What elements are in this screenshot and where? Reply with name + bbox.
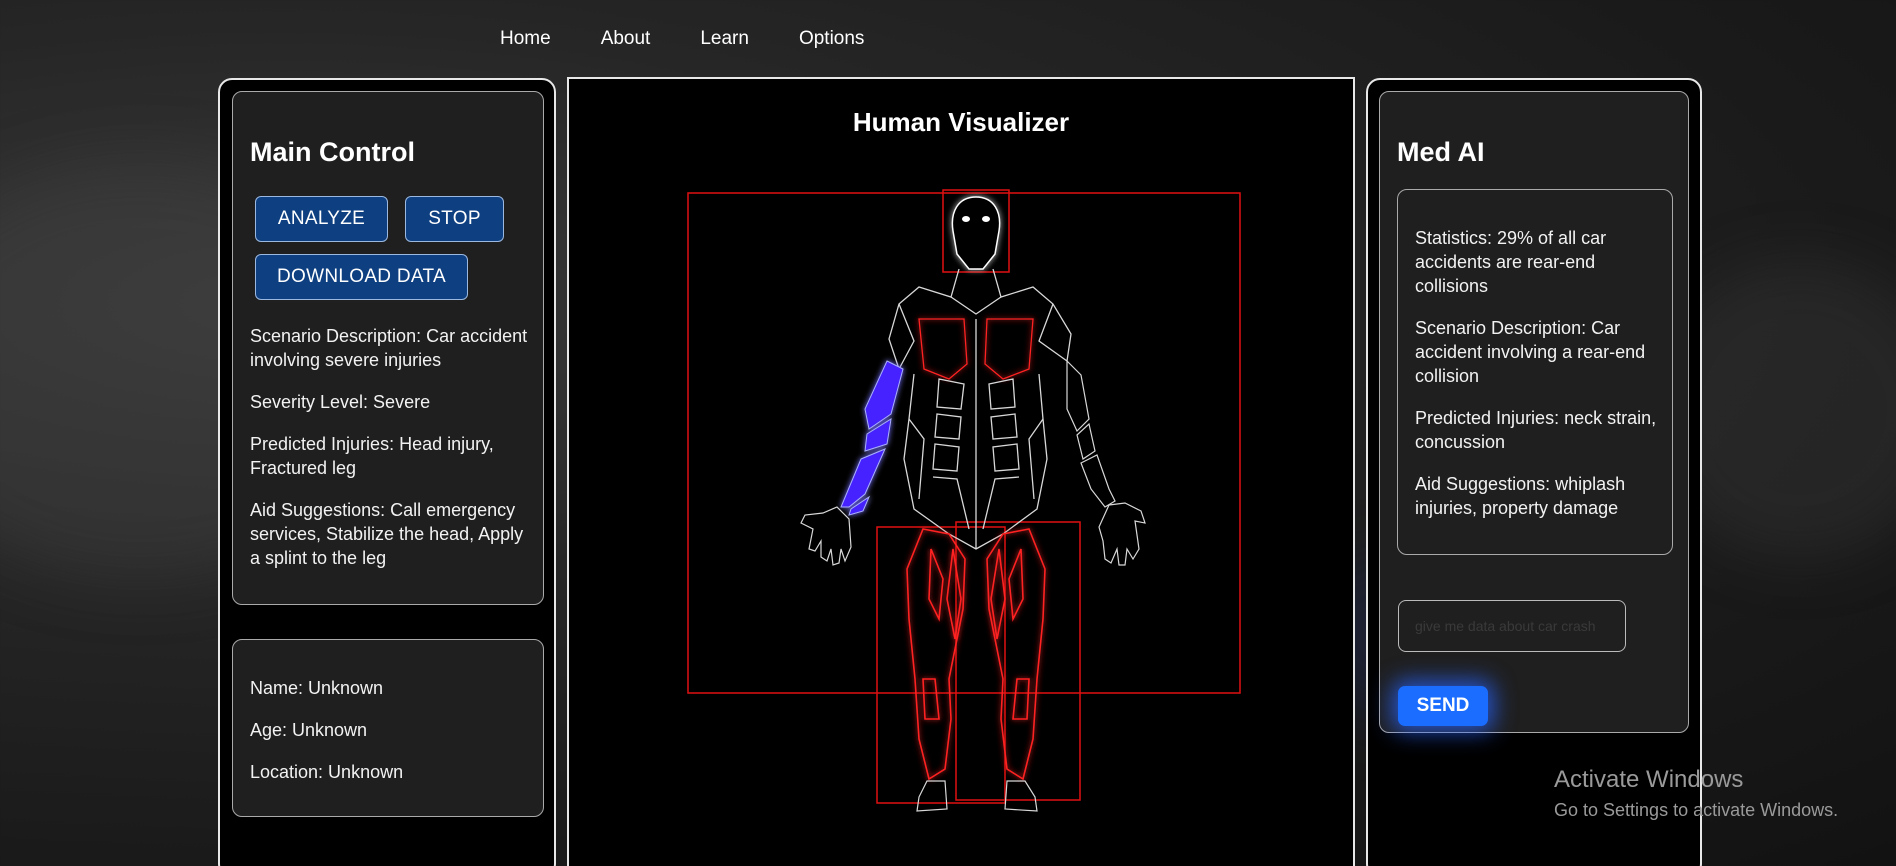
med-ai-card: Med AI Statistics: 29% of all car accide…: [1379, 91, 1689, 733]
download-data-button[interactable]: DOWNLOAD DATA: [255, 254, 468, 300]
patient-age: Age: Unknown: [250, 720, 368, 740]
severity-level: Severity Level: Severe: [250, 392, 431, 412]
watermark-subtitle: Go to Settings to activate Windows.: [1554, 800, 1839, 820]
nav-learn[interactable]: Learn: [700, 28, 749, 50]
left-foot: [1004, 780, 1038, 812]
right-hand: [800, 506, 852, 566]
aid-suggestions: Aid Suggestions: Call emergency services…: [250, 500, 524, 568]
med-ai-title: Med AI: [1397, 137, 1485, 167]
torso-outline: [888, 268, 1072, 550]
head: [951, 196, 1001, 270]
patient-name: Name: Unknown: [250, 678, 384, 698]
detection-box-right-leg: [955, 521, 1081, 801]
patient-info-card: Name: Unknown Age: Unknown Location: Unk…: [232, 639, 544, 817]
watermark-title: Activate Windows: [1554, 766, 1744, 793]
right-arm[interactable]: [840, 360, 904, 516]
right-eye: [982, 216, 990, 222]
scenario-description: Scenario Description: Car accident invol…: [250, 326, 528, 370]
predicted-injuries: Predicted Injuries: Head injury, Fractur…: [250, 434, 494, 478]
main-control-panel: Main Control ANALYZE STOP DOWNLOAD DATA …: [218, 78, 556, 866]
send-button[interactable]: SEND: [1398, 686, 1488, 726]
ai-statistics: Statistics: 29% of all car accidents are…: [1415, 228, 1607, 296]
med-ai-panel: Med AI Statistics: 29% of all car accide…: [1366, 78, 1702, 866]
med-ai-response-card: Statistics: 29% of all car accidents are…: [1397, 189, 1673, 555]
detection-box-left-leg: [876, 526, 1006, 804]
stop-button[interactable]: STOP: [405, 196, 504, 242]
left-eye: [962, 216, 970, 222]
analyze-button[interactable]: ANALYZE: [255, 196, 388, 242]
nav-home[interactable]: Home: [500, 28, 551, 50]
main-control-card: Main Control ANALYZE STOP DOWNLOAD DATA …: [232, 91, 544, 605]
human-figure[interactable]: [569, 79, 1353, 839]
chat-input[interactable]: [1398, 600, 1626, 652]
activate-windows-watermark: Activate Windows Go to Settings to activ…: [1554, 766, 1838, 821]
ai-predicted-injuries: Predicted Injuries: neck strain, concuss…: [1415, 408, 1657, 452]
top-nav: Home About Learn Options: [500, 28, 864, 50]
patient-location: Location: Unknown: [250, 762, 404, 782]
left-arm: [1066, 359, 1116, 508]
ai-scenario-description: Scenario Description: Car accident invol…: [1415, 318, 1646, 386]
human-visualizer-panel: Human Visualizer: [567, 77, 1355, 866]
nav-options[interactable]: Options: [799, 28, 864, 50]
right-foot: [916, 780, 948, 812]
legs[interactable]: [906, 528, 1046, 781]
ai-aid-suggestions: Aid Suggestions: whiplash injuries, prop…: [1415, 474, 1626, 518]
nav-about[interactable]: About: [601, 28, 651, 50]
main-control-title: Main Control: [250, 137, 415, 167]
detection-box-body: [687, 192, 1241, 694]
left-hand: [1098, 502, 1146, 566]
